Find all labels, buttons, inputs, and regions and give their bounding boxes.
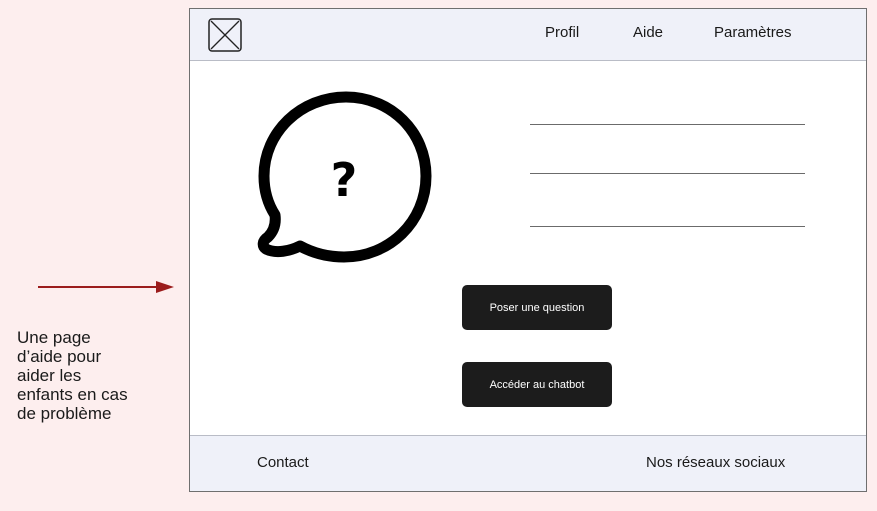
image-placeholder-icon[interactable] — [208, 18, 242, 52]
question-speech-bubble-icon: ? — [257, 91, 432, 263]
page-canvas: Une page d’aide pour aider les enfants e… — [0, 0, 877, 511]
wireframe-page: Profil Aide Paramètres ? Poser une quest… — [189, 8, 867, 492]
footer-social-link[interactable]: Nos réseaux sociaux — [646, 454, 785, 471]
chatbot-button[interactable]: Accéder au chatbot — [462, 362, 612, 407]
annotation-arrow-icon — [38, 281, 174, 293]
annotation-caption: Une page d’aide pour aider les enfants e… — [17, 328, 128, 423]
placeholder-line-3 — [530, 226, 805, 227]
question-mark: ? — [331, 153, 358, 207]
nav-profil[interactable]: Profil — [545, 24, 579, 41]
footer-contact-link[interactable]: Contact — [257, 454, 309, 471]
footer-bar: Contact Nos réseaux sociaux — [190, 435, 866, 491]
header-bar: Profil Aide Paramètres — [190, 9, 866, 61]
nav-aide[interactable]: Aide — [633, 24, 663, 41]
placeholder-line-1 — [530, 124, 805, 125]
ask-question-button[interactable]: Poser une question — [462, 285, 612, 330]
nav-parametres[interactable]: Paramètres — [714, 24, 792, 41]
placeholder-line-2 — [530, 173, 805, 174]
